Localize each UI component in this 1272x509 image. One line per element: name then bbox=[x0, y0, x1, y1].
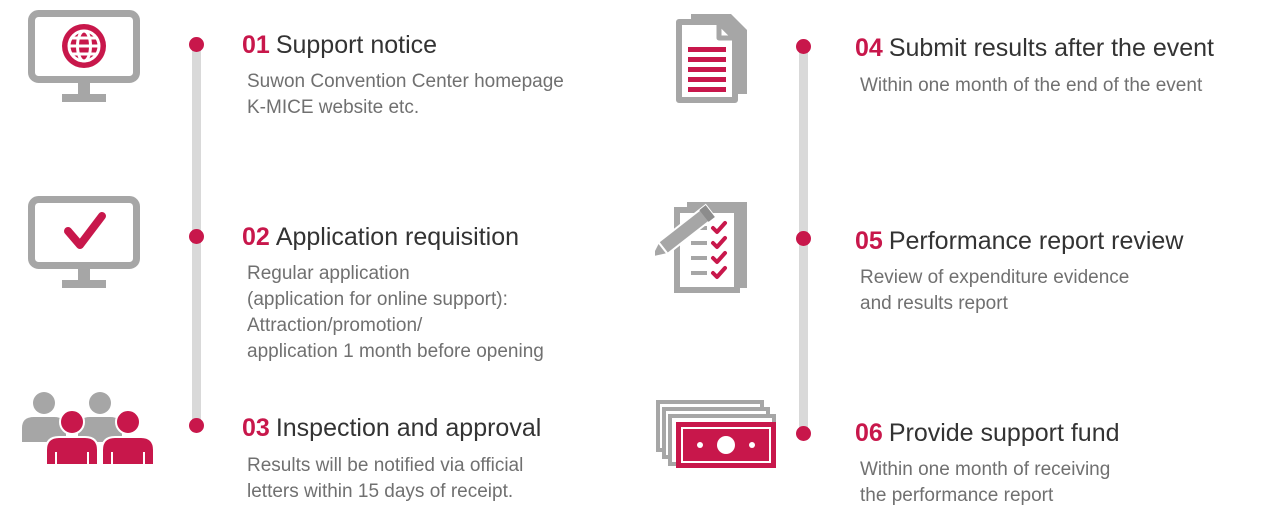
timeline-dot-02 bbox=[189, 229, 204, 244]
step-05-title: 05 Performance report review bbox=[855, 226, 1183, 256]
step-02-desc-line: (application for online support): bbox=[247, 289, 508, 310]
step-04-label: Submit results after the event bbox=[888, 34, 1214, 62]
timeline-dot-03 bbox=[189, 418, 204, 433]
timeline-dot-04 bbox=[796, 39, 811, 54]
step-02-number: 02 bbox=[242, 223, 270, 251]
step-06-desc-line: Within one month of receiving bbox=[860, 459, 1111, 480]
step-03-label: Inspection and approval bbox=[275, 414, 542, 442]
step-06-number: 06 bbox=[855, 419, 883, 447]
step-02-desc-line: application 1 month before opening bbox=[247, 341, 544, 362]
step-01-title: 01 Support notice bbox=[242, 30, 437, 60]
step-04-number: 04 bbox=[855, 34, 883, 62]
step-02-title: 02 Application requisition bbox=[242, 222, 519, 252]
timeline-dot-01 bbox=[189, 37, 204, 52]
step-05-desc-line: Review of expenditure evidence bbox=[860, 267, 1130, 288]
step-04-description: Within one month of the end of the event bbox=[860, 73, 1202, 99]
step-01-description: Suwon Convention Center homepage K-MICE … bbox=[247, 69, 564, 121]
step-05-desc-line: and results report bbox=[860, 293, 1008, 314]
step-01-number: 01 bbox=[242, 31, 270, 59]
step-06-desc-line: the performance report bbox=[860, 485, 1054, 506]
monitor-check-icon bbox=[28, 196, 140, 288]
step-02-description: Regular application (application for onl… bbox=[247, 261, 544, 365]
step-06-label: Provide support fund bbox=[888, 419, 1120, 447]
people-group-icon bbox=[22, 392, 155, 466]
step-03-desc-line: letters within 15 days of receipt. bbox=[247, 481, 514, 502]
step-05-description: Review of expenditure evidence and resul… bbox=[860, 265, 1129, 317]
step-06-title: 06 Provide support fund bbox=[855, 418, 1120, 448]
step-05-label: Performance report review bbox=[888, 227, 1184, 255]
timeline-dot-05 bbox=[796, 231, 811, 246]
monitor-globe-icon bbox=[28, 10, 140, 102]
timeline-dot-06 bbox=[796, 426, 811, 441]
step-02-desc-line: Regular application bbox=[247, 263, 410, 284]
step-04-title: 04 Submit results after the event bbox=[855, 33, 1214, 63]
step-01-desc-line: K-MICE website etc. bbox=[247, 97, 420, 118]
step-04-desc-line: Within one month of the end of the event bbox=[860, 75, 1203, 96]
checklist-pen-icon bbox=[655, 202, 747, 293]
step-03-description: Results will be notified via official le… bbox=[247, 453, 523, 505]
step-01-label: Support notice bbox=[275, 31, 438, 59]
step-03-title: 03 Inspection and approval bbox=[242, 413, 541, 443]
step-02-desc-line: Attraction/promotion/ bbox=[247, 315, 423, 336]
step-03-number: 03 bbox=[242, 414, 270, 442]
step-05-number: 05 bbox=[855, 227, 883, 255]
step-06-description: Within one month of receiving the perfor… bbox=[860, 457, 1110, 509]
money-bills-icon bbox=[656, 400, 776, 468]
step-02-label: Application requisition bbox=[275, 223, 520, 251]
step-01-desc-line: Suwon Convention Center homepage bbox=[247, 71, 564, 92]
document-stack-icon bbox=[676, 14, 747, 103]
step-03-desc-line: Results will be notified via official bbox=[247, 455, 524, 476]
